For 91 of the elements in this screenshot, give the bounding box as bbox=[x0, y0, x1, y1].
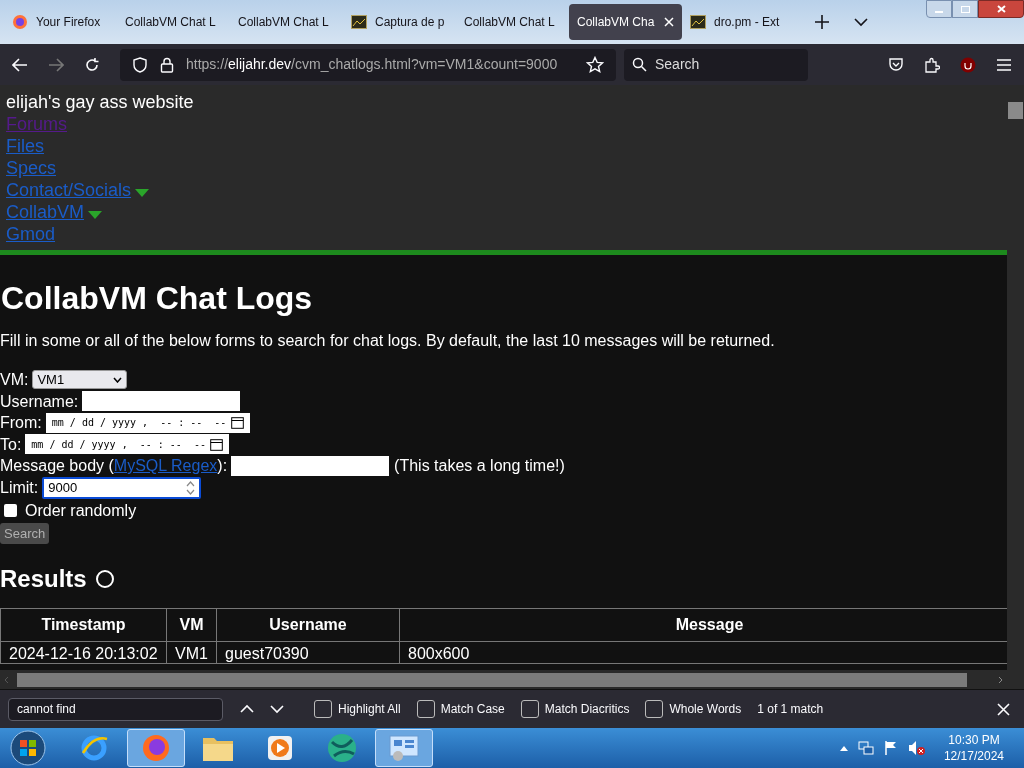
vm-label: VM: bbox=[0, 370, 29, 390]
order-checkbox[interactable] bbox=[4, 503, 17, 517]
column-header: Timestamp bbox=[0, 608, 167, 642]
message-note: (This takes a long time!) bbox=[394, 456, 565, 476]
image-icon bbox=[690, 14, 706, 30]
horizontal-scrollbar[interactable] bbox=[0, 670, 1007, 689]
search-field[interactable]: Search bbox=[624, 48, 808, 81]
puzzle-icon[interactable] bbox=[924, 56, 940, 73]
username-label: Username: bbox=[0, 391, 79, 412]
order-label: Order randomly bbox=[25, 500, 137, 521]
checkbox[interactable] bbox=[416, 700, 435, 718]
limit-field[interactable]: 9000 bbox=[42, 476, 202, 499]
caret-up-icon[interactable] bbox=[839, 745, 848, 751]
browser-tab[interactable]: dro.pm - Ext bbox=[682, 4, 795, 40]
chevron-down-icon bbox=[113, 376, 123, 383]
browser-tab[interactable]: Captura de p bbox=[343, 4, 456, 40]
column-header: Username bbox=[216, 608, 400, 642]
find-field[interactable]: cannot find bbox=[8, 697, 223, 721]
flag-icon[interactable] bbox=[883, 740, 898, 756]
forward-arrow-icon[interactable] bbox=[48, 57, 64, 72]
table-cell: guest70390 bbox=[216, 641, 400, 664]
scroll-right-icon[interactable] bbox=[998, 675, 1003, 684]
close-icon[interactable] bbox=[997, 702, 1010, 716]
firefox-icon bbox=[141, 733, 171, 763]
shield-badge-icon[interactable] bbox=[960, 56, 976, 73]
limit-label: Limit: bbox=[0, 477, 39, 498]
address-bar[interactable]: https://elijahr.dev/cvm_chatlogs.html?vm=VM1&count=9000 bbox=[120, 48, 616, 81]
browser-tab[interactable]: Your Firefox bbox=[4, 4, 117, 40]
back-arrow-icon[interactable] bbox=[12, 57, 28, 72]
globe-icon bbox=[326, 732, 358, 764]
table-cell: VM1 bbox=[166, 641, 217, 664]
pocket-icon[interactable] bbox=[888, 56, 904, 73]
results-heading: Results bbox=[0, 564, 87, 594]
from-label: From: bbox=[0, 413, 42, 433]
find-option-label[interactable]: Whole Words bbox=[669, 700, 742, 718]
page-heading: CollabVM Chat Logs bbox=[1, 279, 313, 317]
start-orb-icon[interactable] bbox=[9, 729, 47, 767]
from-datetime-field[interactable]: mm / dd / yyyy , -- : -- -- bbox=[45, 412, 250, 433]
spinner-arrows-icon[interactable] bbox=[186, 480, 196, 495]
vm-select[interactable]: VM1 bbox=[32, 370, 128, 390]
dropdown-triangle-icon[interactable] bbox=[135, 189, 150, 197]
browser-tab[interactable]: CollabVM Chat L bbox=[456, 4, 569, 40]
username-field[interactable] bbox=[82, 391, 241, 412]
close-icon[interactable] bbox=[664, 17, 674, 27]
checkbox[interactable] bbox=[645, 700, 664, 718]
find-option-label[interactable]: Match Case bbox=[440, 700, 505, 718]
calendar-icon[interactable] bbox=[230, 416, 244, 430]
image-icon bbox=[351, 14, 367, 30]
to-datetime-field[interactable]: mm / dd / yyyy , -- : -- -- bbox=[25, 434, 230, 455]
taskbar-button[interactable] bbox=[127, 729, 185, 767]
match-count: 1 of 1 match bbox=[757, 701, 824, 718]
search-icon bbox=[632, 57, 647, 72]
vertical-scrollbar[interactable] bbox=[1007, 85, 1024, 689]
chevron-down-icon[interactable] bbox=[854, 17, 868, 27]
window-close-button[interactable] bbox=[978, 0, 1024, 18]
column-header: VM bbox=[166, 608, 217, 642]
chevron-up-icon[interactable] bbox=[240, 704, 254, 714]
column-header: Message bbox=[399, 608, 1007, 642]
lock-icon bbox=[160, 56, 174, 73]
new-tab-icon[interactable] bbox=[815, 15, 829, 29]
speaker-muted-icon[interactable] bbox=[907, 740, 926, 756]
site-title: elijah's gay ass website bbox=[6, 91, 195, 113]
calendar-icon[interactable] bbox=[210, 437, 224, 451]
maximize-button[interactable] bbox=[952, 0, 978, 18]
table-cell: 2024-12-16 20:13:02 bbox=[0, 641, 167, 664]
taskbar-button[interactable] bbox=[375, 729, 433, 767]
browser-e-icon bbox=[79, 733, 109, 763]
clock-date: 12/17/2024 bbox=[943, 748, 1004, 764]
minimize-button[interactable] bbox=[926, 0, 952, 18]
shield-icon bbox=[132, 56, 148, 73]
reload-icon[interactable] bbox=[84, 56, 100, 73]
firefox-icon bbox=[12, 14, 28, 30]
clock-time: 10:30 PM bbox=[948, 732, 1000, 748]
find-option-label[interactable]: Highlight All bbox=[338, 700, 401, 718]
close-icon bbox=[996, 5, 1006, 13]
to-label: To: bbox=[0, 434, 22, 455]
control-panel-icon bbox=[388, 734, 420, 762]
message-field[interactable] bbox=[231, 455, 390, 476]
checkbox[interactable] bbox=[314, 700, 332, 718]
find-option-label[interactable]: Match Diacritics bbox=[544, 700, 630, 718]
browser-tab[interactable]: CollabVM Chat L bbox=[117, 4, 230, 40]
browser-tab[interactable]: CollabVM Chat L bbox=[230, 4, 343, 40]
checkbox[interactable] bbox=[520, 700, 539, 718]
message-label: Message body (MySQL Regex): bbox=[0, 456, 228, 476]
browser-tab[interactable]: CollabVM Cha bbox=[569, 4, 682, 40]
star-icon[interactable] bbox=[586, 55, 604, 74]
network-icon[interactable] bbox=[857, 740, 874, 756]
intro-text: Fill in some or all of the below forms to search for chat logs. By default, the last 10 messages will be returned. bbox=[0, 331, 776, 351]
dropdown-triangle-icon[interactable] bbox=[88, 211, 103, 219]
media-player-icon bbox=[266, 734, 294, 762]
menu-icon[interactable] bbox=[996, 57, 1012, 72]
